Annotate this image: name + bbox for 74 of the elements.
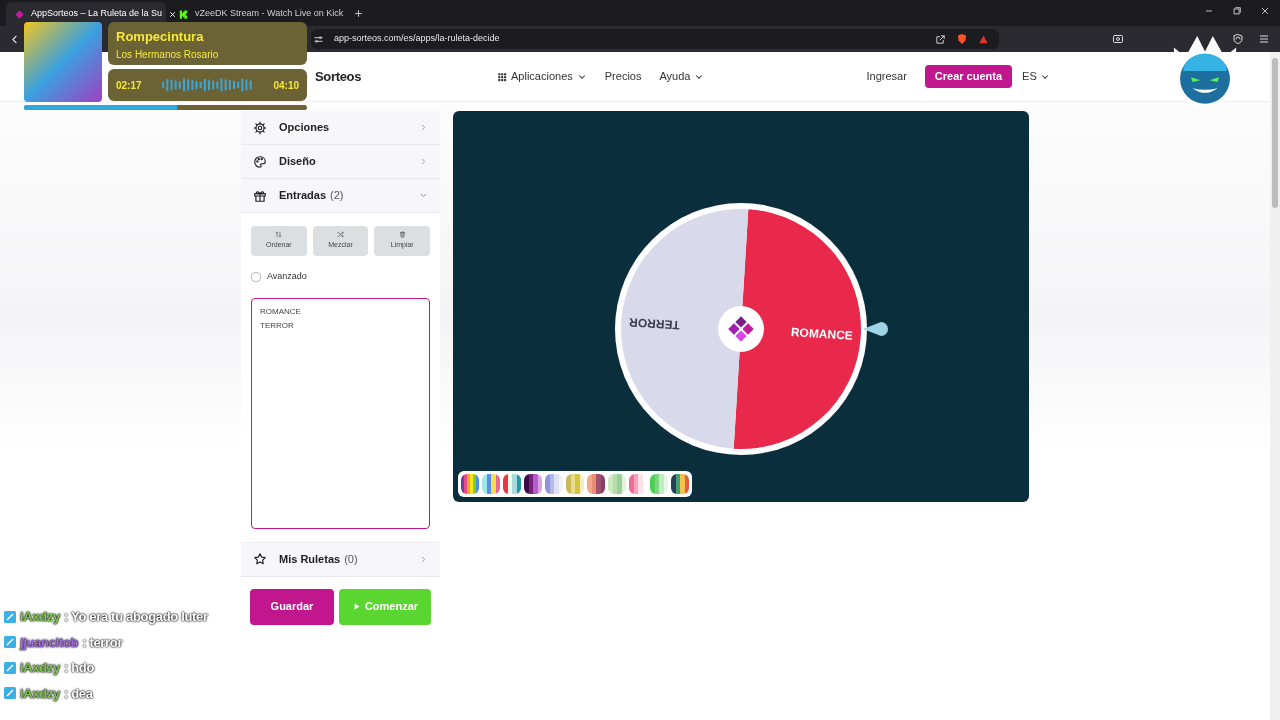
nav-menu-item[interactable]: Ayuda	[659, 68, 705, 85]
login-link[interactable]: Ingresar	[866, 68, 907, 85]
chat-username: iAxdzy	[20, 608, 60, 626]
artist-name: Los Hermanos Rosario	[116, 47, 220, 62]
elapsed-time: 02:17	[116, 78, 142, 93]
chat-message: : dea	[63, 684, 93, 703]
chevron-right-icon	[419, 123, 428, 132]
chat-message: : terror	[82, 633, 123, 652]
gift-icon	[253, 188, 267, 203]
chat-message: : Yo era tu abogado luter	[63, 608, 208, 627]
tab-title: vZeeDK Stream - Watch Live on Kick	[195, 7, 344, 21]
save-button[interactable]: Guardar	[250, 588, 334, 625]
palette-swatch[interactable]	[566, 474, 584, 494]
palette-swatch[interactable]	[461, 474, 479, 494]
new-tab-icon[interactable]	[353, 7, 364, 19]
chat-username: iAxdzy	[20, 684, 60, 703]
gear-icon	[253, 120, 267, 135]
nav-menu-item[interactable]: Aplicaciones	[497, 68, 587, 85]
shield-icon[interactable]	[956, 33, 968, 45]
site-settings-icon[interactable]	[313, 33, 324, 45]
share-icon[interactable]	[935, 33, 946, 45]
tab-favicon-icon	[178, 8, 189, 20]
vpn-icon[interactable]	[1232, 33, 1244, 45]
logo-text: Sorteos	[315, 67, 362, 86]
tab-title: AppSorteos – La Ruleta de la Su	[31, 7, 163, 21]
close-icon[interactable]	[168, 9, 178, 19]
browser-tab[interactable]: vZeeDK Stream - Watch Live on Kick	[170, 2, 345, 26]
chat-username: iAxdzy	[20, 659, 60, 677]
chevron-down-icon	[419, 191, 428, 200]
create-account-button[interactable]: Crear cuenta	[924, 65, 1013, 88]
chat-username: jjuancitob	[20, 633, 79, 652]
scrollbar[interactable]	[1270, 52, 1280, 720]
accordion-header[interactable]: Mis Ruletas (0)	[241, 542, 440, 577]
menu-icon[interactable]	[1258, 33, 1270, 45]
star-icon	[253, 552, 267, 566]
screenshot-icon[interactable]	[1112, 33, 1124, 45]
shuffle-icon	[337, 231, 344, 239]
checkbox-label: Avanzado	[267, 270, 307, 283]
wheel-pointer	[863, 322, 888, 336]
close-icon[interactable]	[1260, 6, 1270, 16]
checkbox[interactable]	[251, 271, 261, 282]
palette-swatch[interactable]	[608, 474, 626, 494]
address-bar[interactable]: app-sorteos.com/es/apps/la-ruleta-decide	[311, 29, 999, 49]
palette-swatch[interactable]	[650, 474, 668, 494]
language-selector[interactable]: ES	[1022, 68, 1050, 85]
song-title: Rompecintura	[116, 28, 205, 46]
palette-swatch[interactable]	[524, 474, 542, 494]
grid-icon	[497, 71, 507, 82]
palette-swatch[interactable]	[587, 474, 605, 494]
chat-message: : hdo	[63, 659, 95, 677]
palette-swatch[interactable]	[482, 474, 500, 494]
palette-swatch[interactable]	[671, 474, 689, 494]
palette-icon	[253, 154, 267, 169]
segment-label: TERROR	[628, 315, 681, 333]
total-time: 04:10	[273, 78, 299, 93]
chat-badge-icon	[4, 687, 16, 700]
logo-icon	[728, 316, 754, 342]
nav-menu-item[interactable]: Precios	[604, 68, 642, 85]
palette-swatch[interactable]	[503, 474, 521, 494]
trash-icon	[398, 231, 406, 239]
sort-icon	[275, 231, 283, 239]
chevron-right-icon	[419, 554, 428, 564]
accordion-header[interactable]: Opciones	[241, 111, 440, 145]
tab-favicon-icon	[14, 8, 25, 20]
restore-icon[interactable]	[1232, 6, 1242, 16]
chat-badge-icon	[4, 636, 16, 649]
triangle-icon[interactable]	[978, 33, 989, 45]
accordion-header[interactable]: Entradas (2)	[241, 179, 440, 213]
palette-swatch[interactable]	[545, 474, 563, 494]
segment-label: ROMANCE	[790, 325, 854, 343]
entries-field[interactable]: ROMANCE TERROR	[251, 297, 430, 529]
chevron-right-icon	[419, 157, 428, 166]
url-text: app-sorteos.com/es/apps/la-ruleta-decide	[334, 32, 501, 46]
accordion-header[interactable]: Diseño	[241, 145, 440, 179]
